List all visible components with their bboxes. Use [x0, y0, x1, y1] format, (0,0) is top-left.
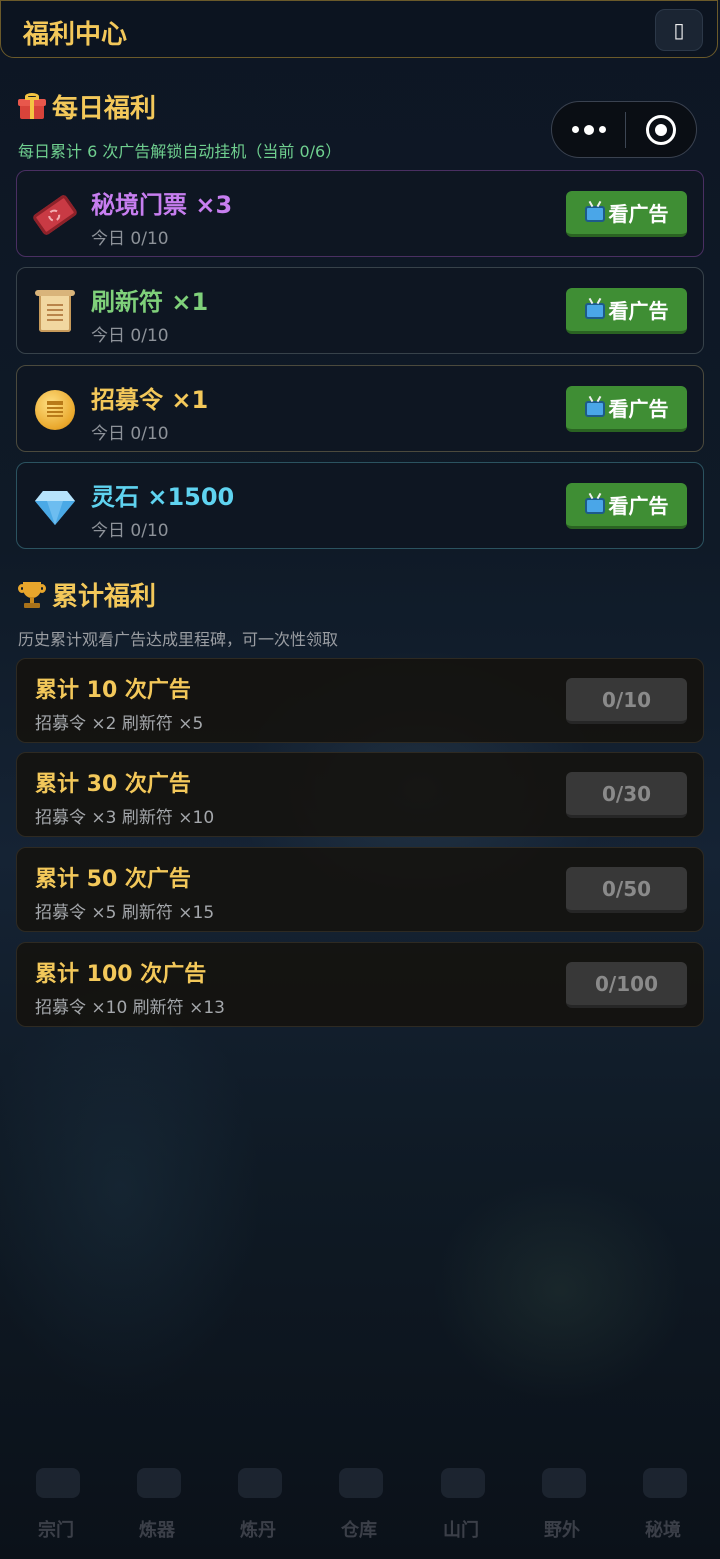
milestone-rewards: 招募令 ×5 刷新符 ×15	[35, 903, 215, 923]
reward-name: 刷新符 ×1	[91, 288, 209, 316]
coin-icon	[33, 388, 77, 432]
nav-label: 野外	[544, 1520, 580, 1541]
scroll-icon	[33, 290, 77, 334]
reward-daily-count: 今日 0/10	[91, 424, 169, 444]
reward-name: 灵石 ×1500	[91, 483, 235, 511]
exit-mini-program-icon[interactable]	[646, 115, 676, 145]
nav-item-sect[interactable]: 宗门	[6, 1458, 106, 1559]
daily-section-label: 每日福利	[52, 94, 157, 124]
milestone-card: 累计 50 次广告 招募令 ×5 刷新符 ×15 0/50	[16, 847, 704, 932]
nav-item-alchemy[interactable]: 炼丹	[208, 1458, 308, 1559]
alchemy-icon	[238, 1468, 282, 1498]
milestone-progress-button[interactable]: 0/10	[566, 678, 687, 724]
cumulative-section-title: 累计福利	[18, 576, 156, 613]
reward-daily-count: 今日 0/10	[91, 326, 169, 346]
watch-ad-button[interactable]: 看广告	[566, 288, 687, 334]
nav-label: 炼丹	[240, 1520, 276, 1541]
nav-label: 宗门	[38, 1520, 74, 1541]
daily-reward-card: 刷新符 ×1 今日 0/10 看广告	[16, 267, 704, 354]
close-button[interactable]: ▯	[655, 9, 703, 51]
watch-ad-label: 看广告	[608, 299, 669, 323]
watch-ad-label: 看广告	[608, 202, 669, 226]
ticket-icon	[31, 193, 79, 237]
wild-icon	[542, 1468, 586, 1498]
reward-daily-count: 今日 0/10	[91, 229, 169, 249]
milestone-progress-button[interactable]: 0/50	[566, 867, 687, 913]
close-icon: ▯	[673, 18, 685, 42]
nav-label: 秘境	[645, 1520, 681, 1541]
sect-icon	[36, 1468, 80, 1498]
gift-icon	[18, 92, 46, 121]
trophy-icon	[18, 580, 46, 610]
milestone-rewards: 招募令 ×2 刷新符 ×5	[35, 714, 204, 734]
milestone-card: 累计 30 次广告 招募令 ×3 刷新符 ×10 0/30	[16, 752, 704, 837]
watch-ad-button[interactable]: 看广告	[566, 483, 687, 529]
warehouse-icon	[339, 1468, 383, 1498]
reward-name: 秘境门票 ×3	[91, 191, 233, 219]
milestone-title: 累计 50 次广告	[35, 867, 191, 892]
cumulative-section-label: 累计福利	[52, 582, 157, 612]
bottom-nav: 宗门 炼器 炼丹 仓库 山门 野外 秘境	[0, 1458, 720, 1559]
page-title: 福利中心	[23, 20, 128, 50]
milestone-rewards: 招募令 ×3 刷新符 ×10	[35, 808, 215, 828]
capsule-divider	[625, 112, 626, 148]
daily-reward-card: 灵石 ×1500 今日 0/10 看广告	[16, 462, 704, 549]
cumulative-section-subtitle: 历史累计观看广告达成里程碑，可一次性领取	[18, 630, 339, 649]
mini-program-capsule	[551, 101, 697, 158]
reward-daily-count: 今日 0/10	[91, 521, 169, 541]
more-options-icon[interactable]	[568, 116, 610, 144]
nav-item-wild[interactable]: 野外	[512, 1458, 612, 1559]
reward-name: 招募令 ×1	[91, 386, 209, 414]
tv-icon	[584, 302, 605, 319]
watch-ad-label: 看广告	[608, 494, 669, 518]
realm-icon	[643, 1468, 687, 1498]
milestone-rewards: 招募令 ×10 刷新符 ×13	[35, 998, 225, 1018]
watch-ad-button[interactable]: 看广告	[566, 386, 687, 432]
milestone-card: 累计 10 次广告 招募令 ×2 刷新符 ×5 0/10	[16, 658, 704, 743]
gate-icon	[441, 1468, 485, 1498]
daily-section-subtitle: 每日累计 6 次广告解锁自动挂机（当前 0/6）	[18, 142, 342, 161]
daily-section-title: 每日福利	[18, 88, 156, 125]
daily-reward-card: 秘境门票 ×3 今日 0/10 看广告	[16, 170, 704, 257]
header-bar: 福利中心 ▯	[0, 0, 718, 58]
watch-ad-button[interactable]: 看广告	[566, 191, 687, 237]
nav-label: 仓库	[341, 1520, 377, 1541]
daily-reward-card: 招募令 ×1 今日 0/10 看广告	[16, 365, 704, 452]
gem-icon	[33, 485, 77, 529]
nav-item-gate[interactable]: 山门	[411, 1458, 511, 1559]
milestone-title: 累计 10 次广告	[35, 678, 191, 703]
nav-item-realm[interactable]: 秘境	[613, 1458, 713, 1559]
nav-item-forge[interactable]: 炼器	[107, 1458, 207, 1559]
tv-icon	[584, 400, 605, 417]
tv-icon	[584, 497, 605, 514]
nav-item-warehouse[interactable]: 仓库	[309, 1458, 409, 1559]
milestone-title: 累计 30 次广告	[35, 772, 191, 797]
milestone-title: 累计 100 次广告	[35, 962, 207, 987]
nav-label: 山门	[443, 1520, 479, 1541]
milestone-card: 累计 100 次广告 招募令 ×10 刷新符 ×13 0/100	[16, 942, 704, 1027]
nav-label: 炼器	[139, 1520, 175, 1541]
milestone-progress-button[interactable]: 0/100	[566, 962, 687, 1008]
milestone-progress-button[interactable]: 0/30	[566, 772, 687, 818]
watch-ad-label: 看广告	[608, 397, 669, 421]
tv-icon	[584, 205, 605, 222]
forge-icon	[137, 1468, 181, 1498]
